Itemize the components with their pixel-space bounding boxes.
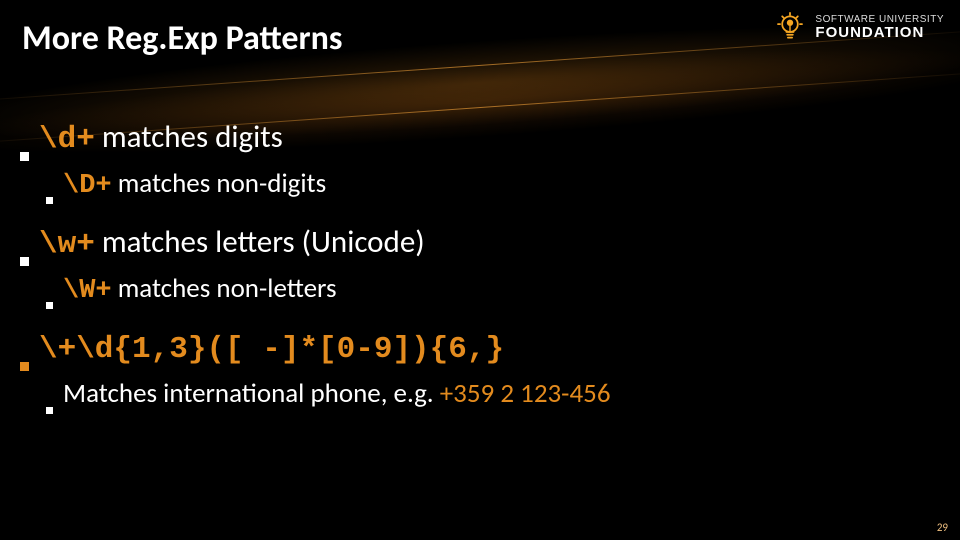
bullet-3-sub: Matches international phone, e.g. +359 2… [46, 377, 940, 410]
bullet-2-line: \w+ matches letters (Unicode) [39, 223, 425, 262]
bullet-2: \w+ matches letters (Unicode) [20, 223, 940, 262]
bullet-2-sub: \W+ matches non-letters [46, 272, 940, 306]
bullet-1-sub-line: \D+ matches non-digits [63, 167, 326, 201]
bullet-1-sub: \D+ matches non-digits [46, 167, 940, 201]
bullet-3-sub-accent: +359 2 123-456 [440, 377, 611, 410]
bullet-1-text: matches digits [95, 118, 283, 156]
brand-line2: FOUNDATION [815, 25, 944, 40]
brand-logo: SOFTWARE UNIVERSITY FOUNDATION [773, 10, 944, 44]
bullet-2-sub-code: \W+ [63, 276, 112, 306]
brand-line1: SOFTWARE UNIVERSITY [815, 15, 944, 25]
lightbulb-icon [773, 10, 807, 44]
bullet-2-sub-line: \W+ matches non-letters [63, 272, 337, 306]
bullet-marker-icon [20, 152, 29, 161]
bullet-1-sub-text: matches non-digits [112, 167, 327, 200]
bullet-3-line: \+\d{1,3}([ -]*[0-9]){6,} [39, 328, 504, 367]
slide-title: More Reg.Exp Patterns [22, 18, 342, 59]
bullet-3: \+\d{1,3}([ -]*[0-9]){6,} [20, 328, 940, 367]
bullet-marker-icon [20, 362, 29, 371]
bullet-marker-icon [46, 197, 53, 204]
bullet-content: \d+ matches digits \D+ matches non-digit… [20, 118, 940, 432]
page-number: 29 [937, 521, 948, 534]
bullet-2-text: matches letters (Unicode) [95, 223, 425, 261]
bullet-1: \d+ matches digits [20, 118, 940, 157]
bullet-marker-icon [20, 257, 29, 266]
bullet-1-code: \d+ [39, 122, 95, 157]
bullet-marker-icon [46, 407, 53, 414]
bullet-1-sub-code: \D+ [63, 171, 112, 201]
bullet-marker-icon [46, 302, 53, 309]
bullet-3-sub-line: Matches international phone, e.g. +359 2… [63, 377, 611, 410]
bullet-1-line: \d+ matches digits [39, 118, 283, 157]
brand-text: SOFTWARE UNIVERSITY FOUNDATION [815, 15, 944, 40]
bullet-2-code: \w+ [39, 227, 95, 262]
bullet-3-sub-prefix: Matches international phone, e.g. [63, 377, 440, 410]
bullet-2-sub-text: matches non-letters [112, 272, 337, 305]
bullet-3-code: \+\d{1,3}([ -]*[0-9]){6,} [39, 332, 504, 367]
